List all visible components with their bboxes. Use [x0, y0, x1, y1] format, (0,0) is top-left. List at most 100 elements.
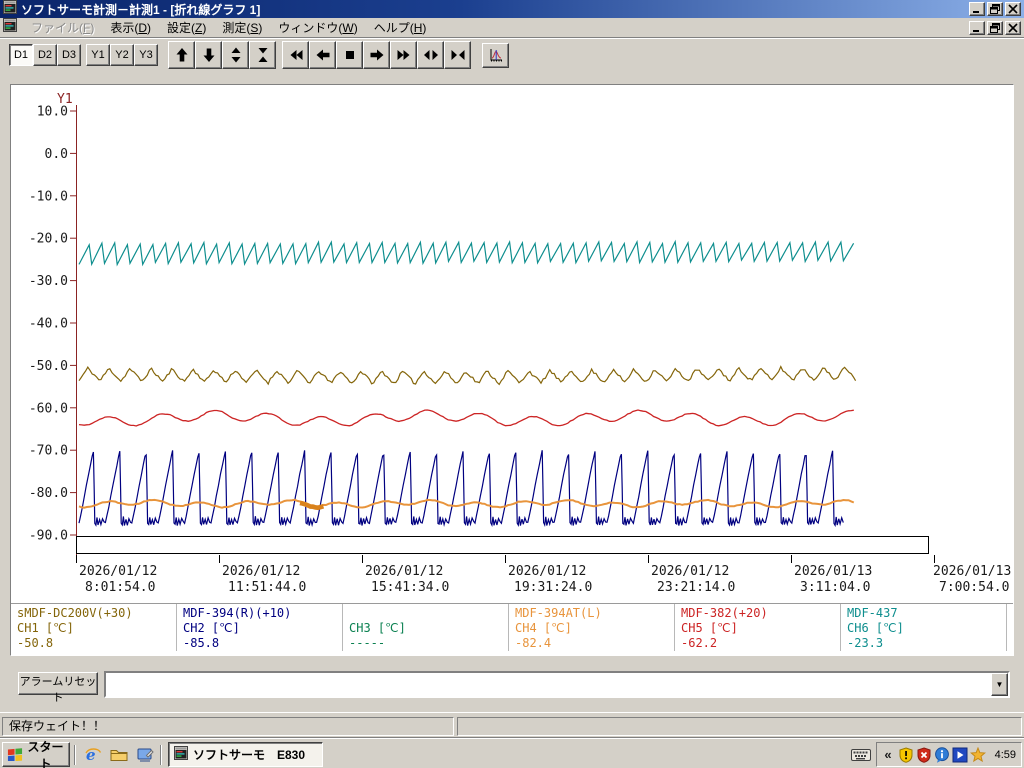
windows-flag-icon [7, 746, 23, 764]
svg-text:19:31:24.0: 19:31:24.0 [514, 580, 592, 595]
channel-legend: sMDF-DC200V(+30) CH1 [℃] -50.8 MDF-394(R)(+… [11, 603, 1013, 651]
show-desktop-icon[interactable] [134, 745, 156, 765]
legend-channel-label: CH3 [℃] [349, 621, 406, 635]
svg-text:7:00:54.0: 7:00:54.0 [939, 580, 1009, 595]
svg-text:2026/01/12: 2026/01/12 [79, 564, 157, 579]
restore-button[interactable] [987, 20, 1003, 35]
taskbar-clock: 4:59 [994, 748, 1016, 761]
legend-cell-CH1: sMDF-DC200V(+30) CH1 [℃] -50.8 [11, 604, 177, 651]
legend-current-value: -62.2 [681, 636, 718, 650]
close-button[interactable] [1005, 2, 1021, 16]
legend-current-value: -50.8 [17, 636, 54, 650]
restore-button[interactable] [987, 2, 1003, 16]
series-CH6-line [78, 239, 855, 267]
menu-bar: ファイル(F) 表示(D) 設定(Z) 測定(S) ウィンドウ(W) ヘルプ(H) [0, 18, 1024, 37]
expand-horizontal-button[interactable] [417, 41, 444, 69]
alarm-row: アラームリセット ▼ [0, 668, 1024, 704]
child-window-controls [969, 20, 1021, 35]
menu-item-w[interactable]: ウィンドウ(W) [270, 17, 365, 38]
line-chart: Y1 10.0 0.0 -10.0 -20.0 -30.0 -40.0 -50.0 -60.0-… [11, 85, 1013, 603]
toolbar-y1-button[interactable]: Y1 [86, 44, 110, 66]
window-title: ソフトサーモ計測－計測1 - [折れ線グラフ 1] [21, 2, 261, 17]
expand-vertical-button[interactable] [222, 41, 249, 69]
legend-cell-CH4: MDF-394AT(L) CH4 [℃] -82.4 [509, 604, 675, 651]
legend-sensor-name: MDF-394AT(L) [515, 606, 602, 620]
toolbar-d3-button[interactable]: D3 [57, 44, 81, 66]
start-button[interactable]: スタート [2, 740, 70, 768]
toolbar-d2-button[interactable]: D2 [33, 44, 57, 66]
arrow-left-button[interactable] [309, 41, 336, 69]
legend-channel-label: CH1 [℃] [17, 621, 74, 635]
menu-item-h[interactable]: ヘルプ(H) [366, 17, 435, 38]
dropdown-arrow-icon[interactable]: ▼ [991, 673, 1008, 696]
svg-text:11:51:44.0: 11:51:44.0 [228, 580, 306, 595]
arrow-down-button[interactable] [195, 41, 222, 69]
minimize-button[interactable] [969, 20, 985, 35]
fast-forward-button[interactable] [390, 41, 417, 69]
menu-item-d[interactable]: 表示(D) [102, 17, 159, 38]
toolbar: D1 D2 D3 Y1 Y2 Y3 [0, 37, 1024, 72]
taskbar-separator [74, 745, 76, 765]
legend-sensor-name [349, 606, 508, 621]
taskbar: スタート e ソフトサーモ E830 « 4:59 [0, 738, 1024, 768]
menu-item-z[interactable]: 設定(Z) [159, 17, 214, 38]
alarm-combobox[interactable]: ▼ [104, 671, 1010, 698]
rewind-button[interactable] [282, 41, 309, 69]
toolbar-y2-button[interactable]: Y2 [110, 44, 134, 66]
collapse-chevron-icon[interactable]: « [880, 747, 896, 763]
arrow-up-button[interactable] [168, 41, 195, 69]
legend-channel-label: CH2 [℃] [183, 621, 240, 635]
keyboard-icon[interactable] [851, 748, 871, 766]
legend-sensor-name: MDF-394(R)(+10) [183, 606, 292, 620]
legend-current-value: -23.3 [847, 636, 884, 650]
app-icon [3, 0, 17, 19]
status-pane-secondary [457, 717, 1022, 736]
taskbar-task-button[interactable]: ソフトサーモ E830 [168, 742, 323, 767]
system-tray: « 4:59 [876, 742, 1022, 767]
svg-text:-90.0: -90.0 [29, 529, 68, 544]
svg-text:-10.0: -10.0 [29, 189, 68, 204]
shield-warning-icon[interactable] [898, 746, 914, 763]
svg-text:-80.0: -80.0 [29, 486, 68, 501]
play-indicator-icon[interactable] [952, 747, 968, 763]
legend-sensor-name: MDF-382(+20) [681, 606, 768, 620]
chart-panel: Y1 10.0 0.0 -10.0 -20.0 -30.0 -40.0 -50.0 -60.0-… [10, 84, 1014, 656]
svg-text:-50.0: -50.0 [29, 359, 68, 374]
info-balloon-icon[interactable] [934, 746, 950, 763]
svg-text:2026/01/13: 2026/01/13 [933, 564, 1011, 579]
svg-text:-20.0: -20.0 [29, 232, 68, 247]
collapse-horizontal-button[interactable] [444, 41, 471, 69]
stop-button[interactable] [336, 41, 363, 69]
minimize-button[interactable] [969, 2, 985, 16]
update-star-icon[interactable] [970, 746, 986, 763]
legend-channel-label: CH5 [℃] [681, 621, 738, 635]
line-graph-button[interactable] [482, 42, 509, 68]
alarm-combobox-value[interactable] [106, 673, 991, 696]
collapse-vertical-button[interactable] [249, 41, 276, 69]
legend-channel-label: CH6 [℃] [847, 621, 904, 635]
svg-text:-30.0: -30.0 [29, 274, 68, 289]
svg-text:2026/01/12: 2026/01/12 [365, 564, 443, 579]
toolbar-d1-button[interactable]: D1 [9, 44, 33, 66]
close-button[interactable] [1005, 20, 1021, 35]
status-bar: 保存ウェイト！！ [0, 712, 1024, 738]
folder-icon[interactable] [108, 745, 130, 765]
legend-cell-CH2: MDF-394(R)(+10) CH2 [℃] -85.8 [177, 604, 343, 651]
toolbar-y3-button[interactable]: Y3 [134, 44, 158, 66]
svg-text:2026/01/12: 2026/01/12 [651, 564, 729, 579]
alarm-marker [299, 500, 325, 511]
legend-cell-CH3: CH3 [℃] ----- [343, 604, 509, 651]
svg-text:0.0: 0.0 [45, 147, 68, 162]
legend-current-value: -85.8 [183, 636, 220, 650]
shield-error-icon[interactable] [916, 746, 932, 763]
alarm-reset-button[interactable]: アラームリセット [18, 672, 98, 704]
menu-items: ファイル(F) 表示(D) 設定(Z) 測定(S) ウィンドウ(W) ヘルプ(H) [23, 17, 969, 38]
series-CH4-line [78, 498, 855, 509]
menu-item-s[interactable]: 測定(S) [214, 17, 270, 38]
menu-item-f[interactable]: ファイル(F) [23, 17, 102, 38]
arrow-right-button[interactable] [363, 41, 390, 69]
internet-explorer-icon[interactable]: e [82, 745, 104, 765]
svg-text:-70.0: -70.0 [29, 444, 68, 459]
title-bar: ソフトサーモ計測－計測1 - [折れ線グラフ 1] [0, 0, 1024, 18]
legend-sensor-name: MDF-437 [847, 606, 898, 620]
